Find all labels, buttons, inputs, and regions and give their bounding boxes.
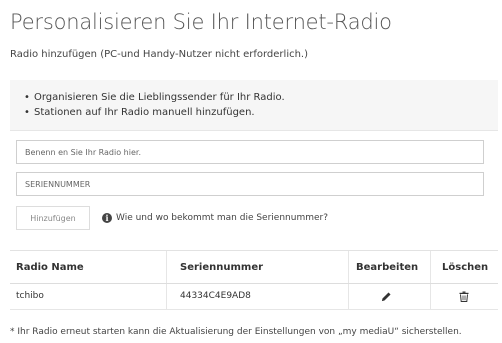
column-header-radio-name: Radio Name [16, 262, 84, 273]
radio-name-cell: tchibo [16, 291, 44, 301]
info-circle-icon: i [102, 213, 112, 223]
page-title: Personalisieren Sie Ihr Internet-Radio [10, 10, 392, 34]
serial-help-link[interactable]: i Wie und wo bekommt man die Seriennummer… [102, 206, 328, 230]
column-header-delete: Löschen [442, 262, 489, 273]
add-button[interactable]: Hinzufügen [16, 206, 90, 230]
info-list: Organisieren Sie die Lieblingssender für… [24, 90, 285, 120]
radio-table-header: Radio Name Seriennummer Bearbeiten Lösch… [10, 250, 498, 284]
column-divider [430, 251, 431, 283]
serial-number-cell: 44334C4E9AD8 [180, 291, 251, 301]
column-divider [430, 284, 431, 309]
column-divider [348, 251, 349, 283]
serial-help-text: Wie und wo bekommt man die Seriennummer? [116, 213, 328, 223]
info-list-item: Stationen auf Ihr Radio manuell hinzufüg… [24, 105, 285, 120]
pencil-icon [381, 292, 391, 302]
column-header-serial: Seriennummer [180, 262, 264, 273]
column-header-edit: Bearbeiten [356, 262, 419, 273]
footnote: * Ihr Radio erneut starten kann die Aktu… [10, 327, 462, 337]
trash-icon [459, 291, 469, 302]
table-row: tchibo 44334C4E9AD8 [10, 284, 498, 310]
edit-button[interactable] [381, 291, 392, 303]
page-subtitle: Radio hinzufügen (PC-und Handy-Nutzer ni… [10, 49, 309, 60]
delete-button[interactable] [459, 291, 469, 303]
column-divider [166, 251, 167, 283]
radio-name-input[interactable] [16, 140, 484, 164]
serial-number-input[interactable] [16, 172, 484, 196]
column-divider [348, 284, 349, 309]
info-list-item: Organisieren Sie die Lieblingssender für… [24, 90, 285, 105]
column-divider [166, 284, 167, 309]
